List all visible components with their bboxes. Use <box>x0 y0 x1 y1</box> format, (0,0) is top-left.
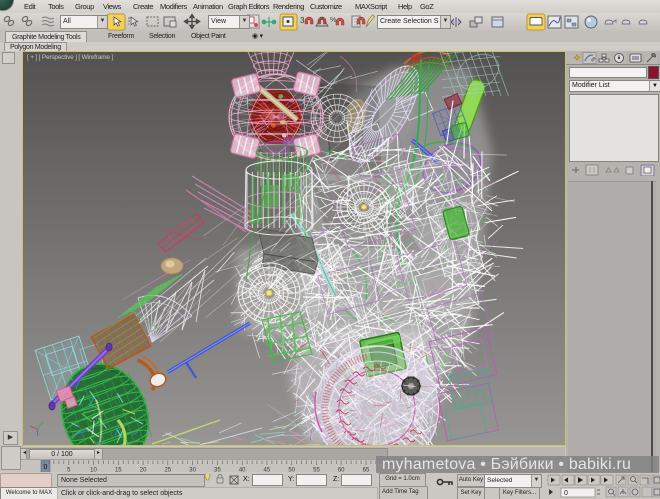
svg-text:0: 0 <box>564 490 568 497</box>
svg-text:%: % <box>330 17 336 24</box>
svg-text:3: 3 <box>300 16 305 25</box>
svg-text:0: 0 <box>44 464 48 471</box>
